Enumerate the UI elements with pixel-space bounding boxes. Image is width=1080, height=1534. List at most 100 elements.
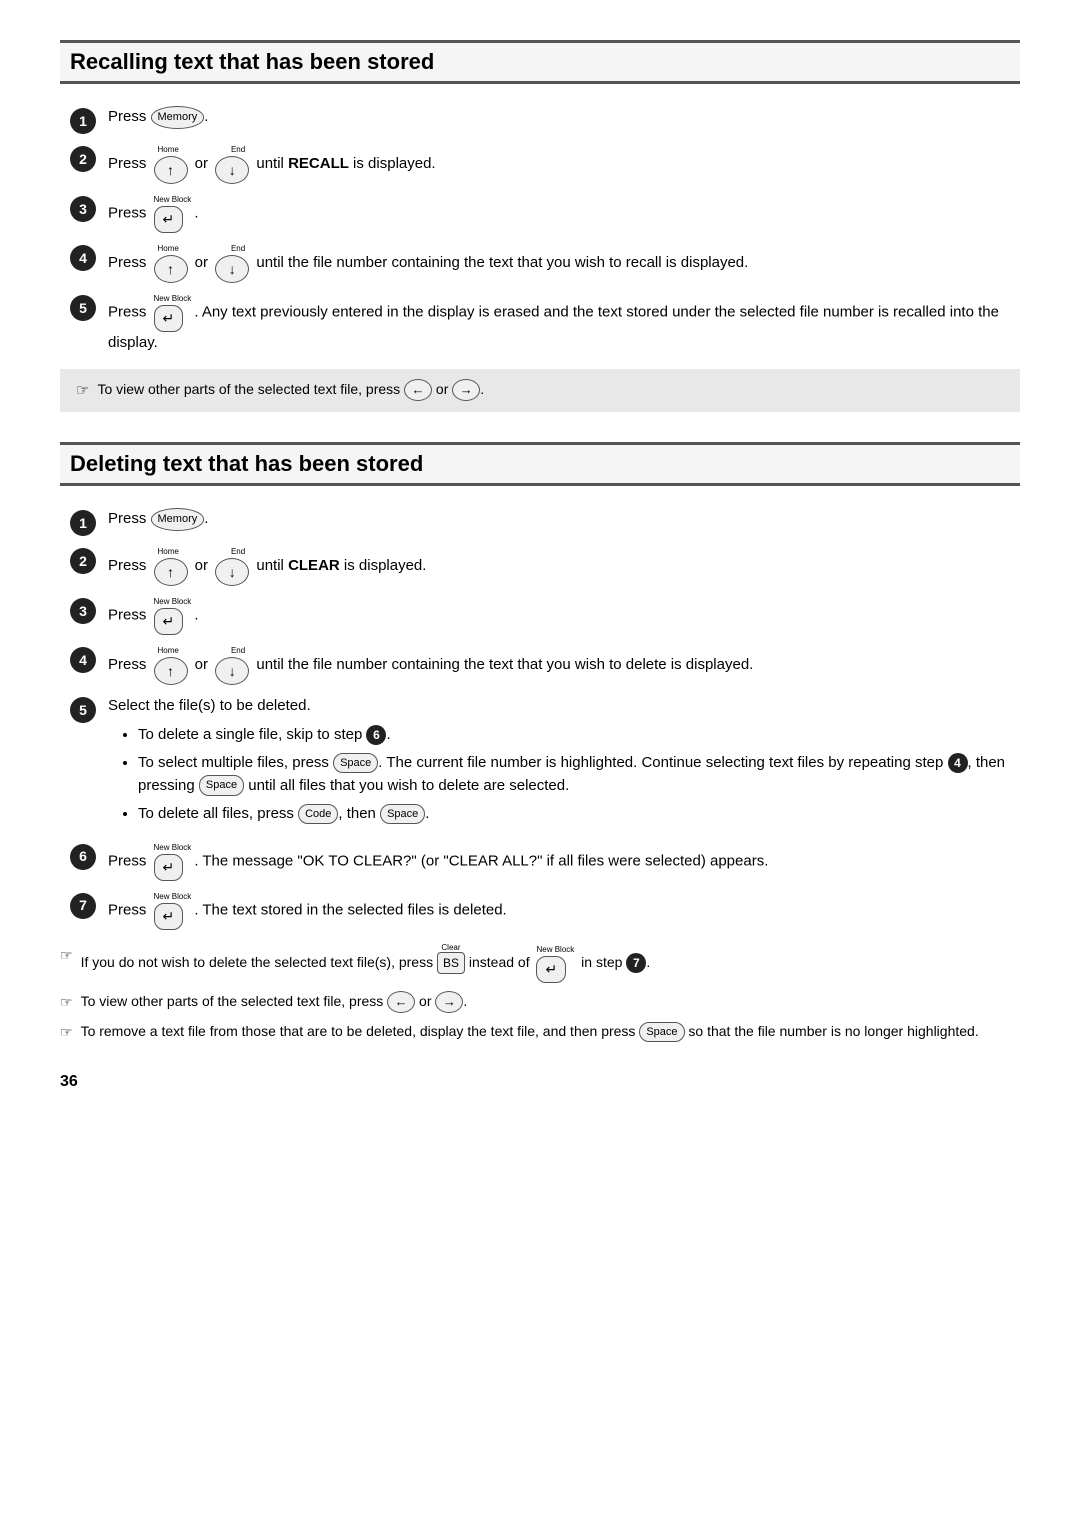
- del-step-num-3: 3: [70, 598, 96, 624]
- del-left-arrow: ←: [387, 991, 415, 1013]
- del-newblock-label-6: New Block: [154, 842, 192, 854]
- del-down-arrow: ↓: [215, 558, 249, 586]
- del-step-num-5: 5: [70, 697, 96, 723]
- del-up-4: ↑: [154, 657, 188, 685]
- del-home-arrow: Home ↑: [154, 546, 188, 586]
- del-step-num-1: 1: [70, 510, 96, 536]
- space-key-2: Space: [199, 775, 244, 796]
- del-arrow-4h: Home: [154, 645, 188, 657]
- up-arrow-key: ↑: [154, 156, 188, 184]
- end-label-4: End: [231, 243, 245, 255]
- down-arrow-key: ↓: [215, 156, 249, 184]
- del-instead-newblock-label: New Block: [536, 944, 574, 956]
- section-recalling-title: Recalling text that has been stored: [60, 40, 1020, 84]
- bullet-single-file: To delete a single file, skip to step 6.: [138, 724, 1020, 747]
- del-step-3-content: Press New Block ↵ .: [108, 596, 1020, 635]
- del-home-arrow-4: Home ↑: [154, 645, 188, 685]
- del-instead-newblock: New Block ↵: [536, 944, 574, 983]
- del-step-num-7: 7: [70, 893, 96, 919]
- note-icon-3: ☞: [60, 1022, 73, 1043]
- step-5-recall: 5 Press New Block ↵ . Any text previousl…: [70, 293, 1020, 355]
- home-label-4: Home: [158, 243, 179, 255]
- del-enter-key-3: ↵: [154, 608, 184, 635]
- arrow-labels-4e: End: [215, 243, 249, 255]
- enter-key-3r: ↵: [154, 206, 184, 233]
- del-arrow-labels-h: Home: [154, 546, 188, 558]
- del-end-4-label: End: [231, 645, 245, 657]
- del-step-num-4: 4: [70, 647, 96, 673]
- clear-bold: CLEAR: [288, 557, 340, 574]
- step-4-content: Press Home ↑ or End ↓ until the file num…: [108, 243, 1020, 283]
- code-key: Code: [298, 804, 338, 825]
- section-deleting: Deleting text that has been stored 1 Pre…: [60, 442, 1020, 1043]
- del-down-4: ↓: [215, 657, 249, 685]
- del-newblock-wrap-3: New Block ↵: [154, 596, 192, 635]
- del-note-2: ☞ To view other parts of the selected te…: [60, 991, 1020, 1013]
- del-step-5: 5 Select the file(s) to be deleted. To d…: [70, 695, 1020, 832]
- step-num-5: 5: [70, 295, 96, 321]
- step-5-content: Press New Block ↵ . Any text previously …: [108, 293, 1020, 355]
- del-step-5-content: Select the file(s) to be deleted. To del…: [108, 695, 1020, 832]
- up-arrow-key-4: ↑: [154, 255, 188, 283]
- del-step-7: 7 Press New Block ↵ . The text stored in…: [70, 891, 1020, 930]
- newblock-key-wrap-5r: New Block ↵: [154, 293, 192, 332]
- recall-note-text: To view other parts of the selected text…: [97, 379, 484, 401]
- step-num-4: 4: [70, 245, 96, 271]
- del-note-1: ☞ If you do not wish to delete the selec…: [60, 944, 1020, 983]
- del-instead-enter: ↵: [536, 956, 566, 983]
- home-label: Home: [158, 144, 179, 156]
- step-3-content: Press New Block ↵ .: [108, 194, 1020, 233]
- step-2-content: Press Home ↑ or End ↓ until RECALL is di…: [108, 144, 1020, 184]
- del-note-1-text: If you do not wish to delete the selecte…: [81, 944, 651, 983]
- step-2-recall: 2 Press Home ↑ or End ↓ until RECALL is …: [70, 144, 1020, 184]
- circle-6: 6: [366, 725, 386, 745]
- step-num-3: 3: [70, 196, 96, 222]
- left-nav-arrow: ←: [404, 379, 432, 401]
- del-arrow-4e: End: [215, 645, 249, 657]
- section-deleting-title: Deleting text that has been stored: [60, 442, 1020, 486]
- del-step-6: 6 Press New Block ↵ . The message "OK TO…: [70, 842, 1020, 881]
- del-newblock-wrap-7: New Block ↵: [154, 891, 192, 930]
- del-step-num-2: 2: [70, 548, 96, 574]
- del-arrow-labels-e: End: [215, 546, 249, 558]
- bullet-delete-all: To delete all files, press Code, then Sp…: [138, 803, 1020, 826]
- del-step-4: 4 Press Home ↑ or End ↓ until the file n…: [70, 645, 1020, 685]
- del-note-3: ☞ To remove a text file from those that …: [60, 1021, 1020, 1043]
- del-end-label: End: [231, 546, 245, 558]
- del-home-label: Home: [158, 546, 179, 558]
- del-step-6-content: Press New Block ↵ . The message "OK TO C…: [108, 842, 1020, 881]
- newblock-label-5r: New Block: [154, 293, 192, 305]
- circle-4: 4: [948, 753, 968, 773]
- step-num-2: 2: [70, 146, 96, 172]
- note-icon-2: ☞: [60, 992, 73, 1013]
- del-note-2-text: To view other parts of the selected text…: [81, 991, 468, 1013]
- newblock-label-3r: New Block: [154, 194, 192, 206]
- recall-bold: RECALL: [288, 155, 349, 172]
- newblock-key-wrap-3r: New Block ↵: [154, 194, 192, 233]
- note-icon-recall: ☞: [76, 380, 89, 403]
- bs-key: BS: [437, 952, 465, 974]
- del-newblock-label-7: New Block: [154, 891, 192, 903]
- enter-key-5r: ↵: [154, 305, 184, 332]
- del-step-1: 1 Press Memory.: [70, 508, 1020, 536]
- step-1-content: Press Memory.: [108, 106, 1020, 129]
- end-arrow-recall: End ↓: [215, 144, 249, 184]
- down-arrow-key-4: ↓: [215, 255, 249, 283]
- arrow-labels: Home: [154, 144, 188, 156]
- end-label: End: [231, 144, 245, 156]
- space-key-note: Space: [639, 1022, 684, 1043]
- del-step-num-6: 6: [70, 844, 96, 870]
- del-step-2: 2 Press Home ↑ or End ↓ until CLEAR is d…: [70, 546, 1020, 586]
- del-step-4-content: Press Home ↑ or End ↓ until the file num…: [108, 645, 1020, 685]
- del-step-1-content: Press Memory.: [108, 508, 1020, 531]
- del-right-arrow: →: [435, 991, 463, 1013]
- del-step-7-content: Press New Block ↵ . The text stored in t…: [108, 891, 1020, 930]
- bullet-multiple-files: To select multiple files, press Space. T…: [138, 752, 1020, 797]
- del-step-3: 3 Press New Block ↵ .: [70, 596, 1020, 635]
- step-1-recall: 1 Press Memory.: [70, 106, 1020, 134]
- step-4-recall: 4 Press Home ↑ or End ↓ until the file n…: [70, 243, 1020, 283]
- space-key-3: Space: [380, 804, 425, 825]
- circle-7: 7: [626, 953, 646, 973]
- del-home-4-label: Home: [158, 645, 179, 657]
- del-enter-key-7: ↵: [154, 903, 184, 930]
